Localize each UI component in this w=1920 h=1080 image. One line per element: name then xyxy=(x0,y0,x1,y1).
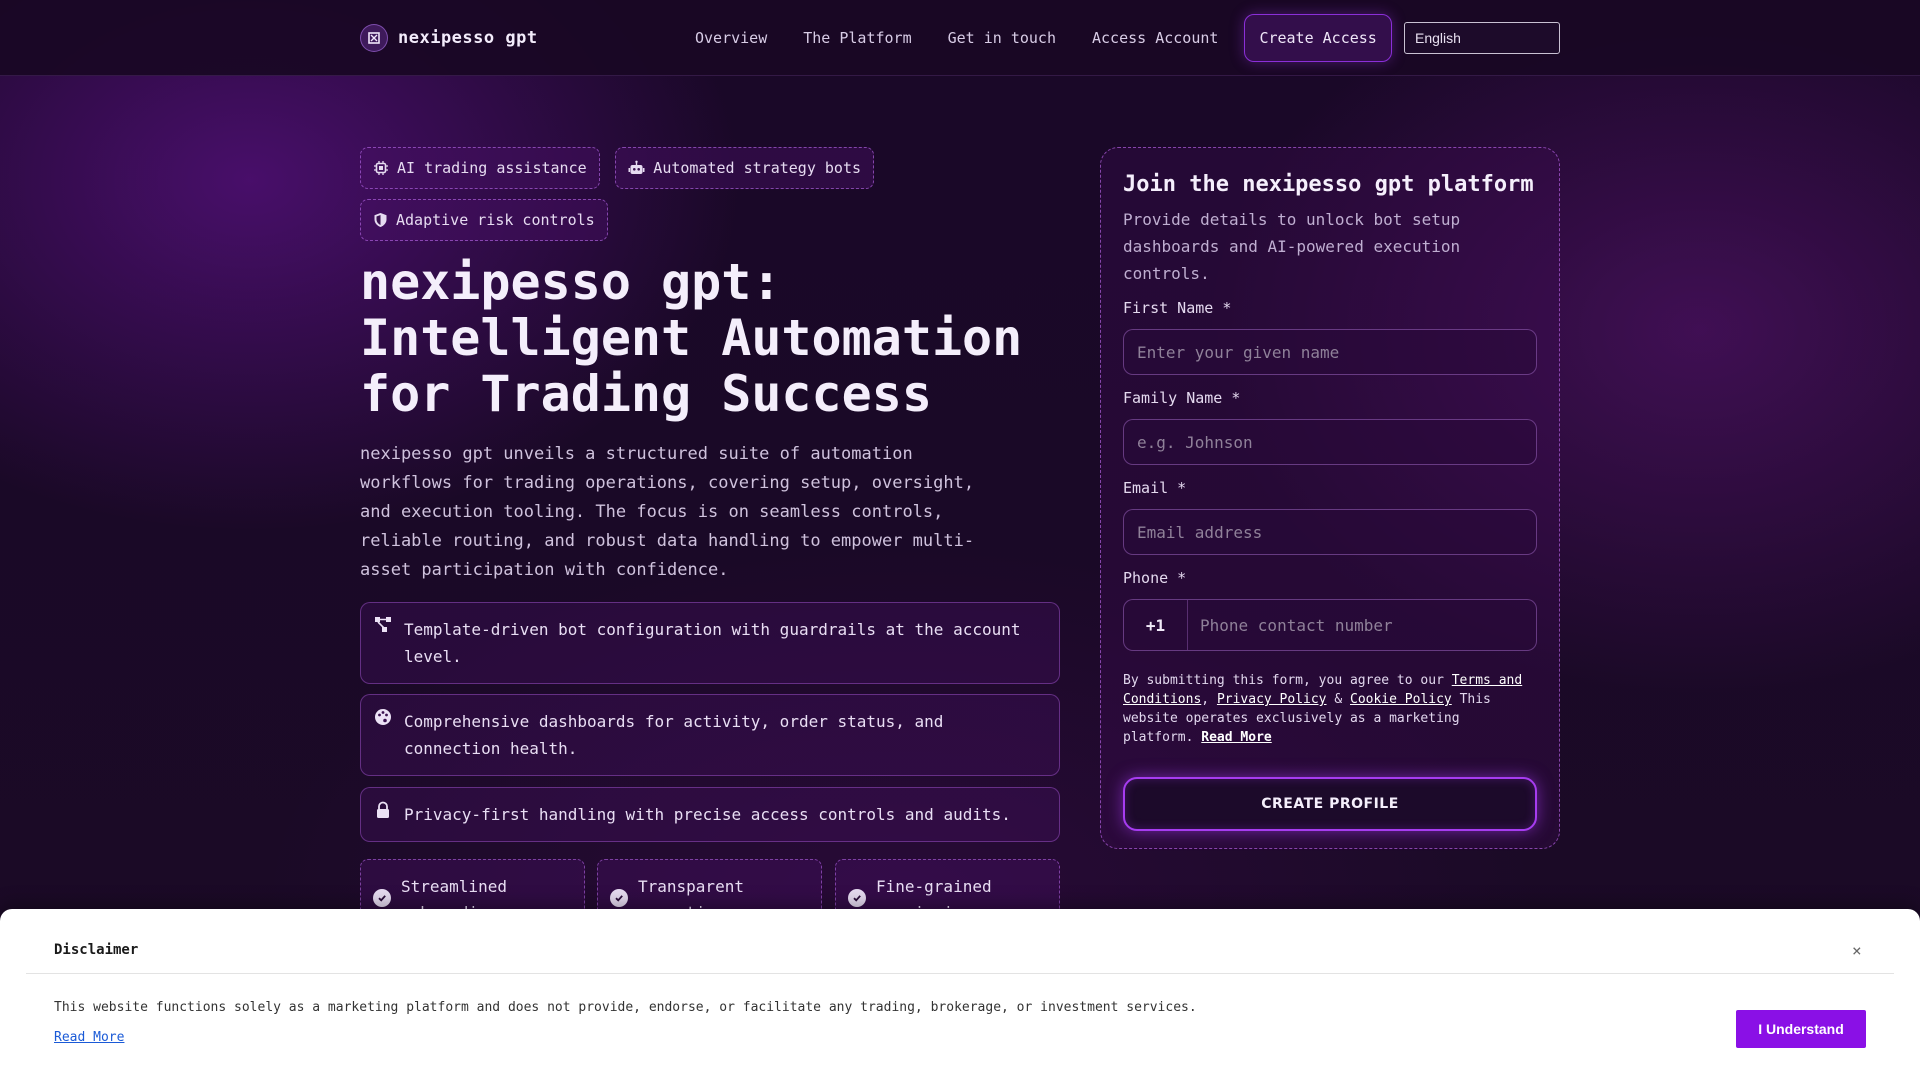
nav-the-platform[interactable]: The Platform xyxy=(803,29,911,47)
hero-title-line-2: Intelligent Automation xyxy=(360,309,1023,367)
form-title: Join the nexipesso gpt platform xyxy=(1123,172,1534,197)
badge-risk-controls: Adaptive risk controls xyxy=(360,199,608,241)
shield-icon xyxy=(374,213,387,227)
hero-badges: AI trading assistance Automated strategy… xyxy=(360,147,920,251)
consent-text: By submitting this form, you agree to ou… xyxy=(1123,671,1537,747)
family-name-label: Family Name * xyxy=(1123,389,1241,407)
language-select[interactable]: English xyxy=(1404,22,1560,54)
feature-item-privacy: Privacy-first handling with precise acce… xyxy=(360,787,1060,842)
create-profile-button[interactable]: CREATE PROFILE xyxy=(1123,777,1537,831)
palette-icon xyxy=(375,709,391,725)
disclaimer-text: This website functions solely as a marke… xyxy=(54,1000,1197,1015)
feature-item-dashboards: Comprehensive dashboards for activity, o… xyxy=(360,694,1060,776)
create-access-button[interactable]: Create Access xyxy=(1244,14,1392,62)
robot-icon xyxy=(628,160,645,174)
hero-title: nexipesso gpt: Intelligent Automation fo… xyxy=(360,254,1080,422)
feature-text: Privacy-first handling with precise acce… xyxy=(404,805,1011,824)
badge-strategy-bots: Automated strategy bots xyxy=(615,147,875,189)
check-circle-icon xyxy=(848,889,866,907)
nav-get-in-touch[interactable]: Get in touch xyxy=(948,29,1056,47)
disclaimer-title: Disclaimer xyxy=(54,942,139,958)
phone-label: Phone * xyxy=(1123,569,1187,587)
disclaimer-divider xyxy=(26,973,1894,974)
nav-overview[interactable]: Overview xyxy=(695,29,767,47)
signup-form-card: Join the nexipesso gpt platform Provide … xyxy=(1100,147,1560,849)
cookie-policy-link[interactable]: Cookie Policy xyxy=(1350,692,1452,707)
consent-prefix: By submitting this form, you agree to ou… xyxy=(1123,673,1444,688)
lock-icon xyxy=(377,801,389,818)
close-icon[interactable]: × xyxy=(1852,941,1862,960)
first-name-input[interactable] xyxy=(1123,329,1537,375)
badge-ai-trading: AI trading assistance xyxy=(360,147,600,189)
i-understand-button[interactable]: I Understand xyxy=(1736,1010,1866,1048)
consent-ampersand: & xyxy=(1334,692,1343,707)
feature-text: Template-driven bot configuration with g… xyxy=(404,620,1021,666)
network-nodes-icon xyxy=(375,617,391,632)
brand[interactable]: nexipesso gpt xyxy=(360,24,538,52)
consent-comma: , xyxy=(1201,692,1210,707)
nav-access-account[interactable]: Access Account xyxy=(1092,29,1218,47)
badge-label: AI trading assistance xyxy=(397,159,587,177)
hero-description: nexipesso gpt unveils a structured suite… xyxy=(360,444,975,580)
consent-read-more-link[interactable]: Read More xyxy=(1201,730,1271,745)
chip-icon xyxy=(374,161,388,175)
email-input[interactable] xyxy=(1123,509,1537,555)
badge-label: Automated strategy bots xyxy=(653,159,862,177)
phone-field: +1 xyxy=(1123,599,1537,651)
phone-input[interactable] xyxy=(1188,600,1536,650)
main-nav: Overview The Platform Get in touch Acces… xyxy=(695,14,1392,62)
phone-country-code[interactable]: +1 xyxy=(1124,600,1188,650)
family-name-input[interactable] xyxy=(1123,419,1537,465)
hero-title-line-3: for Trading Success xyxy=(360,365,932,423)
disclaimer-banner: Disclaimer × This website functions sole… xyxy=(0,909,1920,1080)
feature-text: Comprehensive dashboards for activity, o… xyxy=(404,712,944,758)
top-navbar: nexipesso gpt Overview The Platform Get … xyxy=(0,0,1920,76)
badge-label: Adaptive risk controls xyxy=(396,211,595,229)
check-circle-icon xyxy=(373,889,391,907)
hero-title-line-1: nexipesso gpt: xyxy=(360,253,782,311)
brand-name: nexipesso gpt xyxy=(398,28,538,48)
form-subtitle: Provide details to unlock bot setup dash… xyxy=(1123,210,1461,283)
brand-logo-icon xyxy=(360,24,388,52)
privacy-policy-link[interactable]: Privacy Policy xyxy=(1217,692,1327,707)
feature-item-bot-configuration: Template-driven bot configuration with g… xyxy=(360,602,1060,684)
email-label: Email * xyxy=(1123,479,1187,497)
language-selected-value: English xyxy=(1415,30,1461,46)
first-name-label: First Name * xyxy=(1123,299,1232,317)
disclaimer-read-more-link[interactable]: Read More xyxy=(54,1030,124,1045)
check-circle-icon xyxy=(610,889,628,907)
